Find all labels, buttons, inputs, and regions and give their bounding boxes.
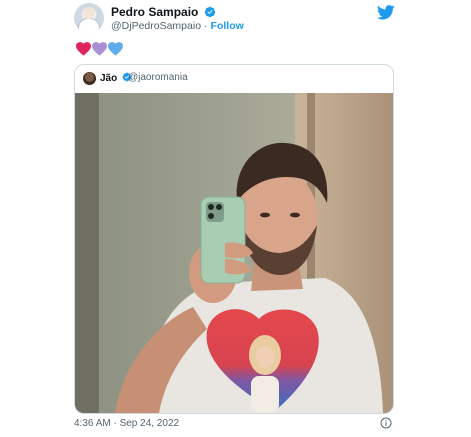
- photo-door-frame: [75, 93, 99, 413]
- author-name-row[interactable]: Pedro Sampaio: [111, 5, 216, 19]
- photo-shirt-figure-body: [251, 376, 279, 413]
- photo-eye-left: [260, 212, 270, 218]
- tweet-text-hearts: [76, 42, 123, 56]
- embedded-tweet: Pedro Sampaio @DjPedroSampaio · Follow Jão: [0, 0, 471, 437]
- quoted-author-avatar[interactable]: [83, 72, 96, 85]
- verified-badge-icon: [204, 6, 215, 18]
- photo-shirt-figure-face: [256, 346, 274, 368]
- photo-eye-right: [290, 212, 300, 218]
- quoted-author-name[interactable]: Jão: [100, 73, 117, 84]
- author-name[interactable]: Pedro Sampaio: [111, 5, 198, 19]
- avatar-figure-head: [83, 7, 95, 19]
- author-avatar[interactable]: [74, 3, 104, 33]
- purple-heart-icon: [92, 42, 107, 56]
- quoted-author-handle[interactable]: @jaoromania: [128, 72, 188, 83]
- follow-link[interactable]: Follow: [211, 20, 244, 32]
- quoted-tweet-card[interactable]: Jão @jaoromania: [74, 64, 394, 414]
- red-heart-icon: [76, 42, 91, 56]
- author-handle[interactable]: @DjPedroSampaio: [111, 20, 201, 32]
- twitter-bird-icon[interactable]: [377, 5, 395, 20]
- separator-dot: ·: [204, 20, 208, 32]
- blue-heart-icon: [108, 42, 123, 56]
- author-handle-row: @DjPedroSampaio · Follow: [111, 20, 244, 32]
- info-icon[interactable]: [380, 417, 392, 429]
- tweet-timestamp[interactable]: 4:36 AM · Sep 24, 2022: [74, 418, 179, 429]
- quoted-tweet-photo[interactable]: [75, 93, 394, 413]
- photo-phone-lens: [208, 204, 214, 210]
- photo-phone-camera-module: [206, 202, 224, 222]
- photo-phone-lens: [216, 204, 222, 210]
- photo-phone-lens: [208, 213, 214, 219]
- avatar-figure-body: [78, 18, 100, 33]
